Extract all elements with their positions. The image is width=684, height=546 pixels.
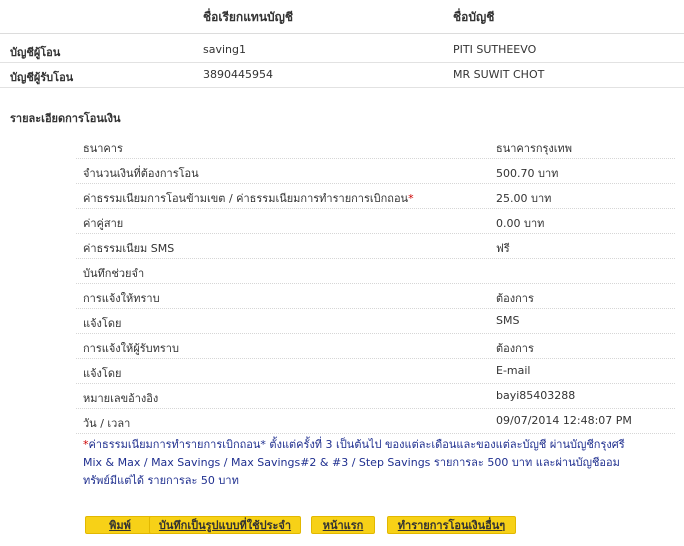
other-transfer-button[interactable]: ทำรายการโอนเงินอื่นๆ <box>387 516 516 534</box>
name-column-header: ชื่อบัญชี <box>453 10 495 24</box>
detail-value: E-mail <box>496 364 531 377</box>
sender-label: บัญชีผู้โอน <box>10 46 61 59</box>
detail-row-notify: การแจ้งให้ทราบ ต้องการ <box>76 284 675 309</box>
detail-key: วัน / เวลา <box>83 417 131 430</box>
detail-value: SMS <box>496 314 520 327</box>
print-button[interactable]: พิมพ์ <box>85 516 155 534</box>
detail-row-recipient-notify-by: แจ้งโดย E-mail <box>76 359 675 384</box>
footnote-text: ค่าธรรมเนียมการทำรายการเบิกถอน* ตั้งแต่ค… <box>83 438 625 487</box>
detail-value: bayi85403288 <box>496 389 576 402</box>
detail-key: หมายเลขอ้างอิง <box>83 392 159 405</box>
detail-value: ธนาคารกรุงเทพ <box>496 142 573 155</box>
recipient-name: MR SUWIT CHOT <box>453 68 545 81</box>
detail-key: บันทึกช่วยจำ <box>83 267 145 280</box>
detail-row-notify-by: แจ้งโดย SMS <box>76 309 675 334</box>
detail-key: แจ้งโดย <box>83 317 122 330</box>
detail-key: แจ้งโดย <box>83 367 122 380</box>
alias-column-header: ชื่อเรียกแทนบัญชี <box>203 10 294 24</box>
home-button[interactable]: หน้าแรก <box>311 516 375 534</box>
accounts-table-header: ชื่อเรียกแทนบัญชี ชื่อบัญชี <box>0 0 684 34</box>
detail-key: ธนาคาร <box>83 142 123 155</box>
recipient-alias: 3890445954 <box>203 68 273 81</box>
detail-row-datetime: วัน / เวลา 09/07/2014 12:48:07 PM <box>76 409 675 434</box>
detail-key: การแจ้งให้ทราบ <box>83 292 160 305</box>
recipient-label: บัญชีผู้รับโอน <box>10 71 74 84</box>
detail-value: 0.00 บาท <box>496 217 545 230</box>
detail-row-memo: บันทึกช่วยจำ <box>76 259 675 284</box>
detail-key: การแจ้งให้ผู้รับทราบ <box>83 342 179 355</box>
detail-value: 09/07/2014 12:48:07 PM <box>496 414 632 427</box>
fee-footnote: *ค่าธรรมเนียมการทำรายการเบิกถอน* ตั้งแต่… <box>83 436 643 490</box>
detail-row-reference: หมายเลขอ้างอิง bayi85403288 <box>76 384 675 409</box>
required-mark: * <box>408 192 414 205</box>
detail-key: ค่าธรรมเนียม SMS <box>83 242 175 255</box>
detail-value: 500.70 บาท <box>496 167 559 180</box>
detail-row-notify-recipient: การแจ้งให้ผู้รับทราบ ต้องการ <box>76 334 675 359</box>
detail-value: ต้องการ <box>496 342 534 355</box>
detail-key: ค่าคู่สาย <box>83 217 124 230</box>
detail-key: จำนวนเงินที่ต้องการโอน <box>83 167 199 180</box>
detail-value: ฟรี <box>496 242 510 255</box>
save-template-button[interactable]: บันทึกเป็นรูปแบบที่ใช้ประจำ <box>149 516 301 534</box>
sender-alias: saving1 <box>203 43 246 56</box>
detail-value: ต้องการ <box>496 292 534 305</box>
detail-row-sms-fee: ค่าธรรมเนียม SMS ฟรี <box>76 234 675 259</box>
transfer-details-title: รายละเอียดการโอนเงิน <box>10 112 121 125</box>
recipient-account-row: บัญชีผู้รับโอน 3890445954 MR SUWIT CHOT <box>0 63 684 88</box>
sender-account-row: บัญชีผู้โอน saving1 PITI SUTHEEVO <box>0 38 684 63</box>
detail-row-fee: ค่าธรรมเนียมการโอนข้ามเขต / ค่าธรรมเนียม… <box>76 184 675 209</box>
detail-row-bank: ธนาคาร ธนาคารกรุงเทพ <box>76 134 675 159</box>
sender-name: PITI SUTHEEVO <box>453 43 537 56</box>
detail-value: 25.00 บาท <box>496 192 552 205</box>
detail-key-fee: ค่าธรรมเนียมการโอนข้ามเขต / ค่าธรรมเนียม… <box>83 189 414 207</box>
detail-row-amount: จำนวนเงินที่ต้องการโอน 500.70 บาท <box>76 159 675 184</box>
detail-row-line-fee: ค่าคู่สาย 0.00 บาท <box>76 209 675 234</box>
detail-key-text: ค่าธรรมเนียมการโอนข้ามเขต / ค่าธรรมเนียม… <box>83 192 409 205</box>
